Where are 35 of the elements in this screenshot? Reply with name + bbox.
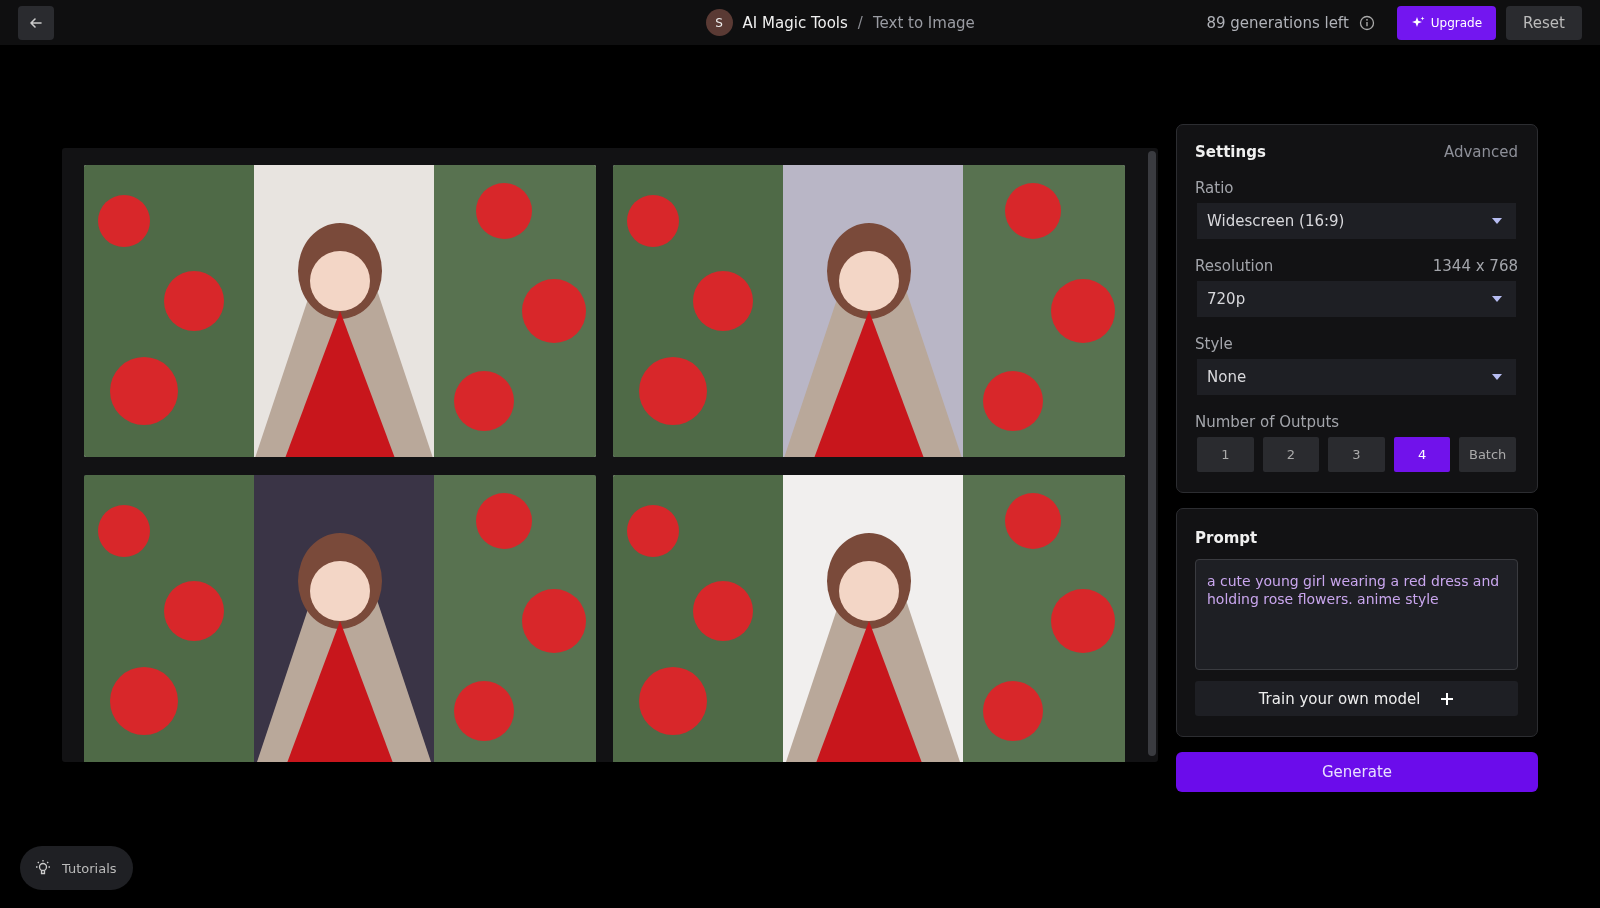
tutorials-button[interactable]: Tutorials	[20, 846, 133, 890]
train-model-button[interactable]: Train your own model	[1195, 681, 1518, 716]
advanced-link[interactable]: Advanced	[1443, 143, 1518, 161]
output-count-button[interactable]: 3	[1328, 437, 1385, 472]
output-count-button[interactable]: Batch	[1459, 437, 1516, 472]
output-count-button[interactable]: 2	[1262, 437, 1320, 472]
field-label: Number of Outputs	[1195, 413, 1340, 431]
breadcrumb-separator: /	[857, 13, 863, 32]
output-count-button[interactable]: 1	[1197, 437, 1254, 472]
dropdown[interactable]: Widescreen (16:9)	[1197, 203, 1516, 239]
scrollbar[interactable]	[1148, 151, 1156, 756]
panel-title: Settings	[1195, 143, 1266, 161]
lightbulb-icon	[34, 859, 52, 877]
caret-icon	[1492, 374, 1502, 380]
dropdown[interactable]: None	[1197, 359, 1516, 395]
resolution-value: 1344 x 768	[1432, 257, 1518, 275]
generate-button[interactable]: Generate	[1176, 752, 1538, 792]
panel-title: Prompt	[1195, 529, 1259, 547]
plus-icon	[1440, 691, 1455, 706]
caret-icon	[1492, 296, 1502, 302]
reset-button[interactable]: Reset	[1506, 5, 1582, 40]
breadcrumb-item[interactable]: AI Magic Tools	[742, 13, 848, 32]
field-label: Style	[1195, 335, 1233, 353]
upgrade-button[interactable]: Upgrade	[1396, 5, 1497, 40]
caret-icon	[1492, 218, 1502, 224]
breadcrumb-item[interactable]: Text to Image	[872, 13, 975, 32]
generations-count: 89 generations left	[1206, 13, 1349, 32]
field-label: Resolution	[1195, 257, 1274, 275]
info-icon	[1358, 14, 1375, 31]
output-count-button[interactable]: 4	[1393, 437, 1451, 472]
back-button[interactable]	[18, 5, 54, 40]
field-label: Ratio	[1195, 179, 1234, 197]
prompt-field[interactable]: a cute young girl wearing a red dress and holding rose flowers. anime style	[1195, 559, 1518, 670]
dropdown[interactable]: 720p	[1197, 281, 1516, 317]
avatar: S	[705, 9, 733, 36]
